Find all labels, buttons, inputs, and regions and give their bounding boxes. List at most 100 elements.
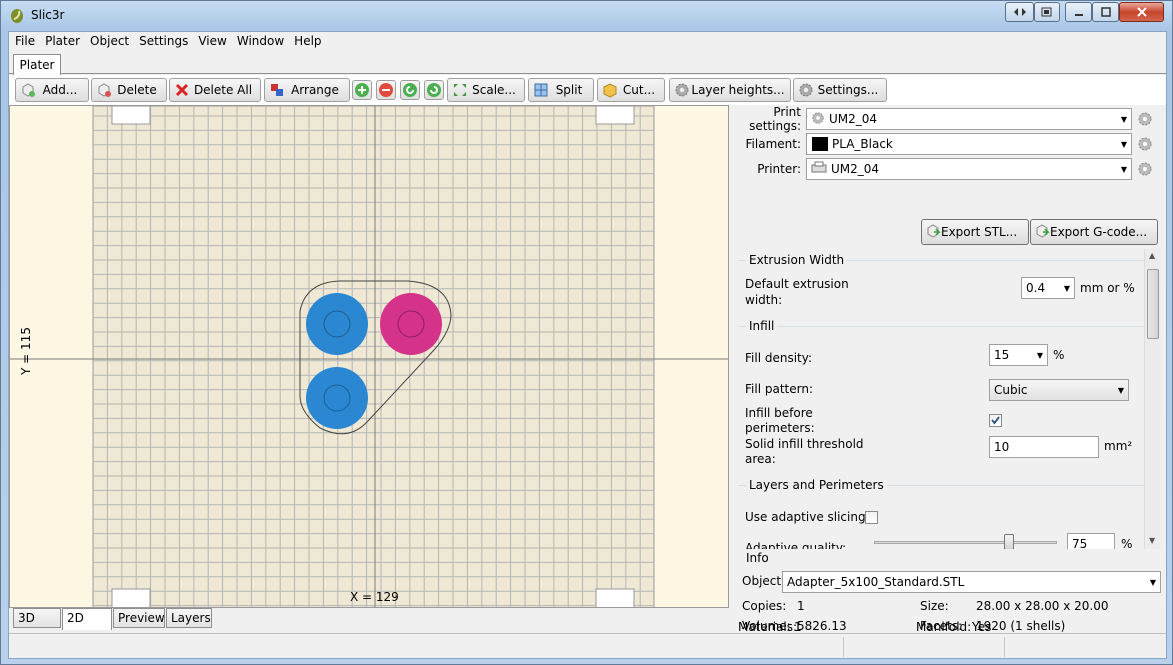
infill-before-perimeters-checkbox[interactable] <box>989 414 1002 427</box>
bed-clip-bottom-right <box>595 588 635 607</box>
plus-circle-icon <box>355 83 369 97</box>
checkmark-icon <box>991 416 1000 425</box>
chevron-down-icon: ▼ <box>1120 164 1128 174</box>
menu-object[interactable]: Object <box>84 32 133 52</box>
decrease-copies-button[interactable] <box>376 80 396 100</box>
print-bed[interactable] <box>10 106 729 608</box>
view-tabs: 3D 2D Preview Layers <box>13 608 213 630</box>
menu-window[interactable]: Window <box>231 32 288 52</box>
export-icon <box>925 223 941 242</box>
rotate-cw-icon <box>427 83 441 97</box>
filament-color-swatch <box>812 137 828 151</box>
status-divider <box>843 637 844 657</box>
fill-density-input[interactable]: 15 ▼ <box>989 344 1048 366</box>
adaptive-quality-slider-thumb[interactable] <box>1004 534 1014 549</box>
size-value: 28.00 x 28.00 x 20.00 <box>976 599 1109 613</box>
rotate-ccw-icon <box>403 83 417 97</box>
export-gcode-button[interactable]: Export G-code... <box>1030 219 1158 245</box>
toolbar: Add... Delete Delete All Arrange Scale..… <box>9 75 1166 105</box>
menu-file[interactable]: File <box>9 32 39 52</box>
window-back-icon[interactable] <box>1005 2 1034 22</box>
window-title: Slic3r <box>31 8 65 22</box>
printer-select[interactable]: UM2_04 ▼ <box>806 158 1132 180</box>
materials-value: 1 <box>794 620 802 634</box>
export-icon <box>1034 223 1050 242</box>
tab-3d[interactable]: 3D <box>13 608 61 628</box>
window-restore-alt-icon[interactable] <box>1034 2 1060 22</box>
filament-select[interactable]: PLA_Black ▼ <box>806 133 1132 155</box>
layer-heights-button[interactable]: Layer heights... <box>669 78 791 102</box>
info-panel: Info Object: Adapter_5x100_Standard.STL … <box>734 549 1162 630</box>
delete-button[interactable]: Delete <box>91 78 167 102</box>
maximize-icon[interactable] <box>1092 2 1119 22</box>
scrollbar-thumb[interactable] <box>1147 269 1159 339</box>
extrusion-width-input[interactable]: 0.4 ▼ <box>1021 277 1075 299</box>
tab-2d[interactable]: 2D <box>62 608 112 630</box>
plater-2d-canvas[interactable]: X = 129 Y = 115 <box>9 105 729 608</box>
adaptive-quality-input[interactable]: 75 <box>1067 533 1115 549</box>
adaptive-slicing-checkbox[interactable] <box>865 511 878 524</box>
print-settings-gear-icon[interactable] <box>1136 110 1154 128</box>
printer-gear-icon[interactable] <box>1136 160 1154 178</box>
box-icon <box>602 82 618 98</box>
bed-clip-bottom-left <box>111 588 151 607</box>
object-settings-button[interactable]: Settings... <box>793 78 887 102</box>
minus-circle-icon <box>379 83 393 97</box>
export-stl-button[interactable]: Export STL... <box>921 219 1029 245</box>
solid-infill-threshold-input[interactable]: 10 <box>989 436 1099 458</box>
object-instance-3[interactable] <box>306 367 368 429</box>
menu-view[interactable]: View <box>192 32 230 52</box>
increase-copies-button[interactable] <box>352 80 372 100</box>
minimize-icon[interactable] <box>1065 2 1092 22</box>
tab-layers[interactable]: Layers <box>166 608 212 628</box>
filament-row: Filament: PLA_Black ▼ <box>732 133 1154 155</box>
delete-all-button[interactable]: Delete All <box>169 78 261 102</box>
print-settings-select[interactable]: UM2_04 ▼ <box>806 108 1132 130</box>
status-divider <box>1004 637 1005 657</box>
settings-panel[interactable]: Extrusion Width Default extrusion width:… <box>734 249 1161 549</box>
fill-pattern-select[interactable]: Cubic ▼ <box>989 379 1129 401</box>
volume-value: 5826.13 <box>797 619 847 633</box>
status-bar: Materials: 1 Manifold: Yes <box>9 620 1166 658</box>
split-button[interactable]: Split <box>528 78 594 102</box>
gear-icon <box>674 82 690 98</box>
right-panel: Print settings: UM2_04 ▼ Filament: PLA_B… <box>732 105 1164 633</box>
info-title: Info <box>746 551 769 565</box>
add-button[interactable]: Add... <box>15 78 89 102</box>
info-object-select[interactable]: Adapter_5x100_Standard.STL ▼ <box>782 571 1161 593</box>
menu-help[interactable]: Help <box>288 32 325 52</box>
close-icon[interactable] <box>1119 2 1164 22</box>
tab-preview[interactable]: Preview <box>113 608 165 628</box>
object-instance-2[interactable] <box>380 293 442 355</box>
scroll-down-icon[interactable]: ▼ <box>1149 536 1155 545</box>
main-tabs: Plater <box>9 52 1166 75</box>
menu-settings[interactable]: Settings <box>133 32 192 52</box>
arrange-icon <box>269 82 285 98</box>
chevron-down-icon: ▼ <box>1120 139 1128 149</box>
chevron-down-icon: ▼ <box>1149 577 1157 587</box>
tab-plater[interactable]: Plater <box>13 54 61 75</box>
copies-value: 1 <box>797 599 805 613</box>
cut-button[interactable]: Cut... <box>597 78 665 102</box>
gear-icon <box>798 82 814 98</box>
bed-clip-top-right <box>595 106 635 125</box>
scale-button[interactable]: Scale... <box>447 78 525 102</box>
chevron-down-icon: ▼ <box>1063 283 1071 293</box>
arrange-button[interactable]: Arrange <box>264 78 350 102</box>
object-instance-1[interactable] <box>306 293 368 355</box>
bed-clip-top-left <box>111 106 151 125</box>
cog-icon <box>811 111 825 128</box>
rotate-right-button[interactable] <box>424 80 444 100</box>
rotate-left-button[interactable] <box>400 80 420 100</box>
settings-scrollbar[interactable]: ▲ ▼ <box>1144 249 1161 549</box>
printer-icon <box>811 161 827 178</box>
adaptive-quality-slider-track[interactable] <box>874 541 1057 544</box>
chevron-down-icon: ▼ <box>1117 385 1125 395</box>
filament-gear-icon[interactable] <box>1136 135 1154 153</box>
title-bar: Slic3r <box>1 1 1172 31</box>
manifold-value: Yes <box>972 620 992 634</box>
menu-plater[interactable]: Plater <box>39 32 84 52</box>
scroll-up-icon[interactable]: ▲ <box>1149 251 1155 260</box>
y-coordinate-label: Y = 115 <box>19 327 33 375</box>
delete-object-icon <box>96 82 112 98</box>
